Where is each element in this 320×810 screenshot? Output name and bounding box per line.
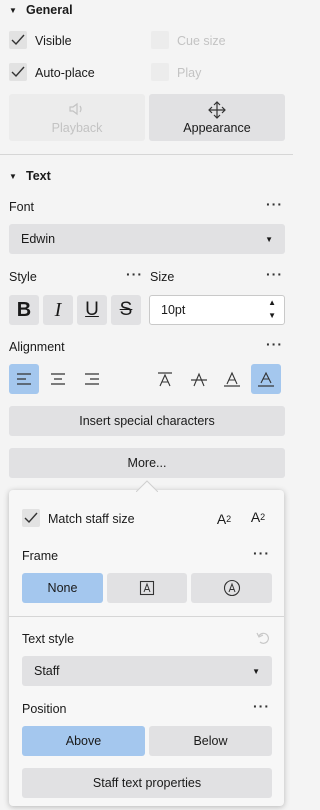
cue-size-label: Cue size	[177, 34, 226, 48]
alignment-menu-dots-icon[interactable]: ···	[266, 336, 283, 352]
font-select[interactable]: Edwin ▼	[9, 224, 285, 254]
style-menu-dots-icon[interactable]: ···	[126, 266, 143, 282]
playback-label: Playback	[51, 120, 103, 135]
check-icon	[24, 512, 38, 524]
playback-tab-button[interactable]: Playback	[9, 94, 145, 141]
align-center-button[interactable]	[43, 364, 73, 394]
more-options-popup	[9, 490, 284, 806]
play-label: Play	[177, 66, 202, 80]
style-label: Style	[9, 270, 37, 284]
staff-text-properties-button[interactable]: Staff text properties	[22, 768, 272, 798]
frame-menu-dots-icon[interactable]: ···	[253, 545, 270, 561]
size-spinbox[interactable]: 10pt ▲ ▼	[149, 295, 285, 325]
decrement-arrow-icon[interactable]: ▼	[268, 311, 276, 320]
valign-bottom-icon	[258, 371, 274, 387]
font-menu-dots-icon[interactable]: ···	[266, 196, 283, 212]
framed-a-rectangle-icon	[139, 580, 155, 596]
valign-top-icon	[158, 372, 172, 387]
superscript-icon: A	[250, 509, 261, 525]
font-label: Font	[9, 200, 35, 214]
position-above-button[interactable]: Above	[22, 726, 145, 756]
valign-center-icon	[191, 372, 207, 387]
visible-checkbox[interactable]	[9, 31, 27, 49]
frame-label: Frame	[22, 549, 59, 563]
subscript-icon: A	[216, 511, 227, 527]
text-style-label: Text style	[22, 632, 75, 646]
font-value: Edwin	[21, 232, 56, 246]
bold-button[interactable]: B	[9, 295, 39, 325]
appearance-tab-button[interactable]: Appearance	[149, 94, 285, 141]
general-collapse-triangle[interactable]: ▼	[9, 6, 17, 15]
section-divider	[0, 154, 293, 155]
align-right-button[interactable]	[77, 364, 107, 394]
text-style-value: Staff	[34, 664, 60, 678]
strikethrough-button[interactable]: S	[111, 295, 141, 325]
size-label: Size	[150, 270, 175, 284]
position-below-button[interactable]: Below	[149, 726, 272, 756]
valign-center-button[interactable]	[184, 364, 214, 394]
position-label: Position	[22, 702, 67, 716]
chevron-down-icon: ▼	[265, 234, 273, 244]
popup-divider	[9, 616, 284, 617]
size-menu-dots-icon[interactable]: ···	[266, 266, 283, 282]
align-right-icon	[85, 373, 99, 385]
subscript-button[interactable]: A2	[210, 506, 238, 532]
align-left-button[interactable]	[9, 364, 39, 394]
increment-arrow-icon[interactable]: ▲	[268, 298, 276, 307]
autoplace-checkbox[interactable]	[9, 63, 27, 81]
insert-special-characters-button[interactable]: Insert special characters	[9, 406, 285, 436]
check-icon	[11, 66, 25, 78]
popup-pointer	[136, 480, 158, 492]
speaker-icon	[69, 102, 82, 115]
play-checkbox[interactable]	[151, 63, 169, 81]
text-style-select[interactable]: Staff ▼	[22, 656, 272, 686]
reset-icon[interactable]	[255, 630, 271, 646]
match-staff-size-label: Match staff size	[48, 512, 135, 526]
text-section-title[interactable]: Text	[26, 169, 51, 183]
cue-size-checkbox[interactable]	[151, 31, 169, 49]
frame-rectangle-button[interactable]	[107, 573, 187, 603]
text-collapse-triangle[interactable]: ▼	[9, 172, 17, 181]
size-value: 10pt	[161, 303, 186, 317]
superscript-mark: 2	[260, 512, 266, 522]
valign-baseline-button[interactable]	[217, 364, 247, 394]
appearance-label: Appearance	[183, 120, 251, 135]
chevron-down-icon: ▼	[252, 666, 260, 676]
valign-top-button[interactable]	[150, 364, 180, 394]
alignment-label: Alignment	[9, 340, 65, 354]
match-staff-size-checkbox[interactable]	[22, 509, 40, 527]
framed-a-circle-icon	[223, 579, 240, 597]
frame-circle-button[interactable]	[191, 573, 272, 603]
autoplace-label: Auto-place	[35, 66, 95, 80]
position-menu-dots-icon[interactable]: ···	[253, 698, 270, 714]
check-icon	[11, 34, 25, 46]
italic-button[interactable]: I	[43, 295, 73, 325]
valign-baseline-icon	[224, 371, 240, 387]
general-section-title[interactable]: General	[26, 3, 73, 17]
frame-none-button[interactable]: None	[22, 573, 103, 603]
align-left-icon	[17, 373, 31, 385]
subscript-mark: 2	[226, 514, 232, 524]
valign-bottom-button[interactable]	[251, 364, 281, 394]
move-arrows-icon	[208, 100, 226, 119]
align-center-icon	[51, 373, 65, 385]
superscript-button[interactable]: A2	[244, 504, 272, 530]
underline-button[interactable]: U	[77, 295, 107, 325]
visible-label: Visible	[35, 34, 72, 48]
more-button[interactable]: More...	[9, 448, 285, 478]
